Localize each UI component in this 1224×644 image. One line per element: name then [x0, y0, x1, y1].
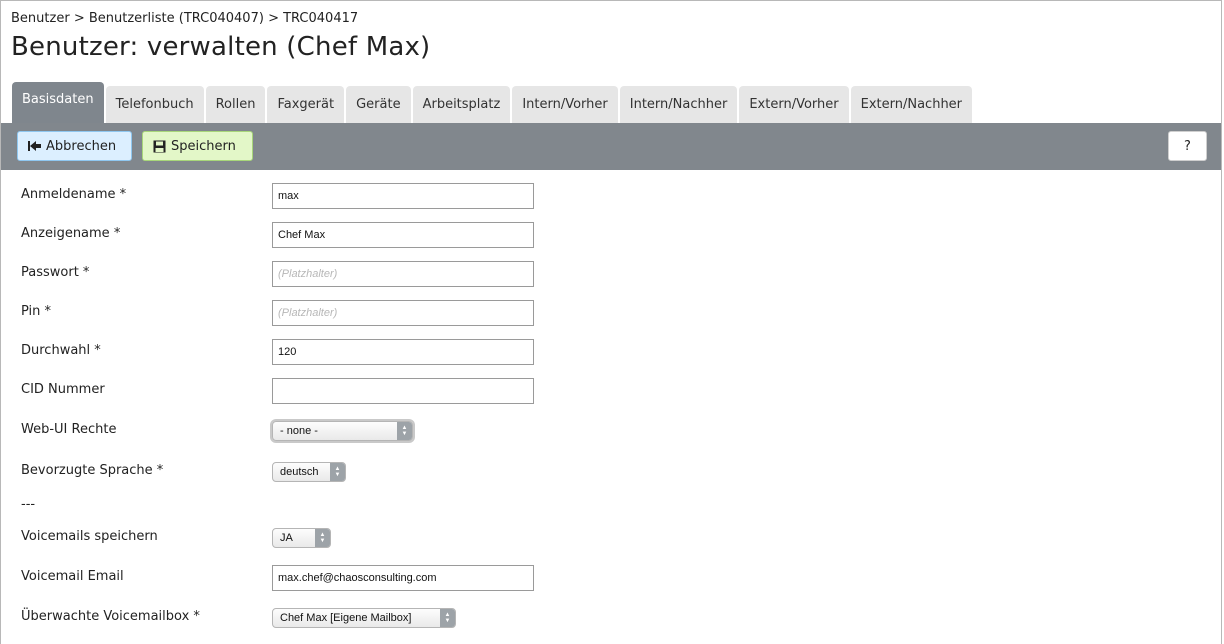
tab-faxgeraet[interactable]: Faxgerät [267, 86, 345, 123]
store-voicemails-value: JA [280, 532, 293, 544]
display-name-input[interactable]: Chef Max [272, 222, 534, 248]
cancel-button-label: Abbrechen [46, 138, 117, 154]
tab-intern-vorher[interactable]: Intern/Vorher [512, 86, 618, 123]
tab-extern-nachher[interactable]: Extern/Nachher [850, 86, 973, 123]
password-input[interactable]: (Platzhalter) [272, 261, 534, 287]
tab-bar: Basisdaten Telefonbuch Rollen Faxgerät G… [12, 82, 974, 123]
monitored-mailbox-value: Chef Max [Eigene Mailbox] [280, 612, 412, 624]
webui-rights-value: - none - [280, 425, 318, 437]
cid-number-label: CID Nummer [21, 382, 105, 397]
language-value: deutsch [280, 466, 319, 478]
pin-label: Pin * [21, 304, 52, 319]
section-separator: --- [21, 497, 36, 512]
breadcrumb-separator: > [73, 11, 85, 26]
breadcrumb-item-users[interactable]: Benutzer [11, 11, 70, 26]
tab-telefonbuch[interactable]: Telefonbuch [105, 86, 204, 123]
breadcrumb-separator: > [268, 11, 279, 26]
tab-basisdaten[interactable]: Basisdaten [12, 82, 104, 123]
page-title: Benutzer: verwalten (Chef Max) [11, 32, 431, 62]
breadcrumb: Benutzer > Benutzerliste (TRC040407) > T… [11, 11, 358, 26]
updown-arrows-icon: ▲ ▼ [315, 529, 330, 547]
action-toolbar: Abbrechen Speichern ? [1, 123, 1221, 170]
voicemail-email-input[interactable]: max.chef@chaosconsulting.com [272, 565, 534, 591]
webui-rights-label: Web-UI Rechte [21, 422, 117, 437]
help-button[interactable]: ? [1168, 131, 1207, 161]
save-button[interactable]: Speichern [142, 131, 253, 161]
pin-input[interactable]: (Platzhalter) [272, 300, 534, 326]
tab-arbeitsplatz[interactable]: Arbeitsplatz [412, 86, 511, 123]
back-to-start-icon [28, 140, 41, 152]
breadcrumb-item-userlist[interactable]: Benutzerliste (TRC040407) [89, 11, 264, 26]
cancel-button[interactable]: Abbrechen [17, 131, 132, 161]
tab-extern-vorher[interactable]: Extern/Vorher [739, 86, 849, 123]
extension-input[interactable]: 120 [272, 339, 534, 365]
password-label: Passwort * [21, 265, 90, 280]
voicemail-email-label: Voicemail Email [21, 569, 124, 584]
cid-number-input[interactable] [272, 378, 534, 404]
username-input[interactable]: max [272, 183, 534, 209]
breadcrumb-item-current: TRC040417 [283, 11, 359, 26]
save-button-label: Speichern [171, 138, 236, 154]
updown-arrows-icon: ▲ ▼ [330, 463, 345, 481]
updown-arrows-icon: ▲ ▼ [440, 609, 455, 627]
monitored-mailbox-select[interactable]: Chef Max [Eigene Mailbox] ▲ ▼ [272, 608, 456, 628]
extension-label: Durchwahl * [21, 343, 101, 358]
display-name-label: Anzeigename * [21, 226, 121, 241]
monitored-mailbox-label: Überwachte Voicemailbox * [21, 609, 200, 624]
username-label: Anmeldename * [21, 187, 127, 202]
tab-geraete[interactable]: Geräte [346, 86, 411, 123]
store-voicemails-select[interactable]: JA ▲ ▼ [272, 528, 331, 548]
floppy-disk-icon [153, 140, 166, 153]
language-label: Bevorzugte Sprache * [21, 463, 164, 478]
webui-rights-select[interactable]: - none - ▲ ▼ [272, 421, 413, 441]
updown-arrows-icon: ▲ ▼ [397, 422, 412, 440]
language-select[interactable]: deutsch ▲ ▼ [272, 462, 346, 482]
tab-intern-nachher[interactable]: Intern/Nachher [619, 86, 738, 123]
tab-rollen[interactable]: Rollen [205, 86, 266, 123]
store-voicemails-label: Voicemails speichern [21, 529, 158, 544]
